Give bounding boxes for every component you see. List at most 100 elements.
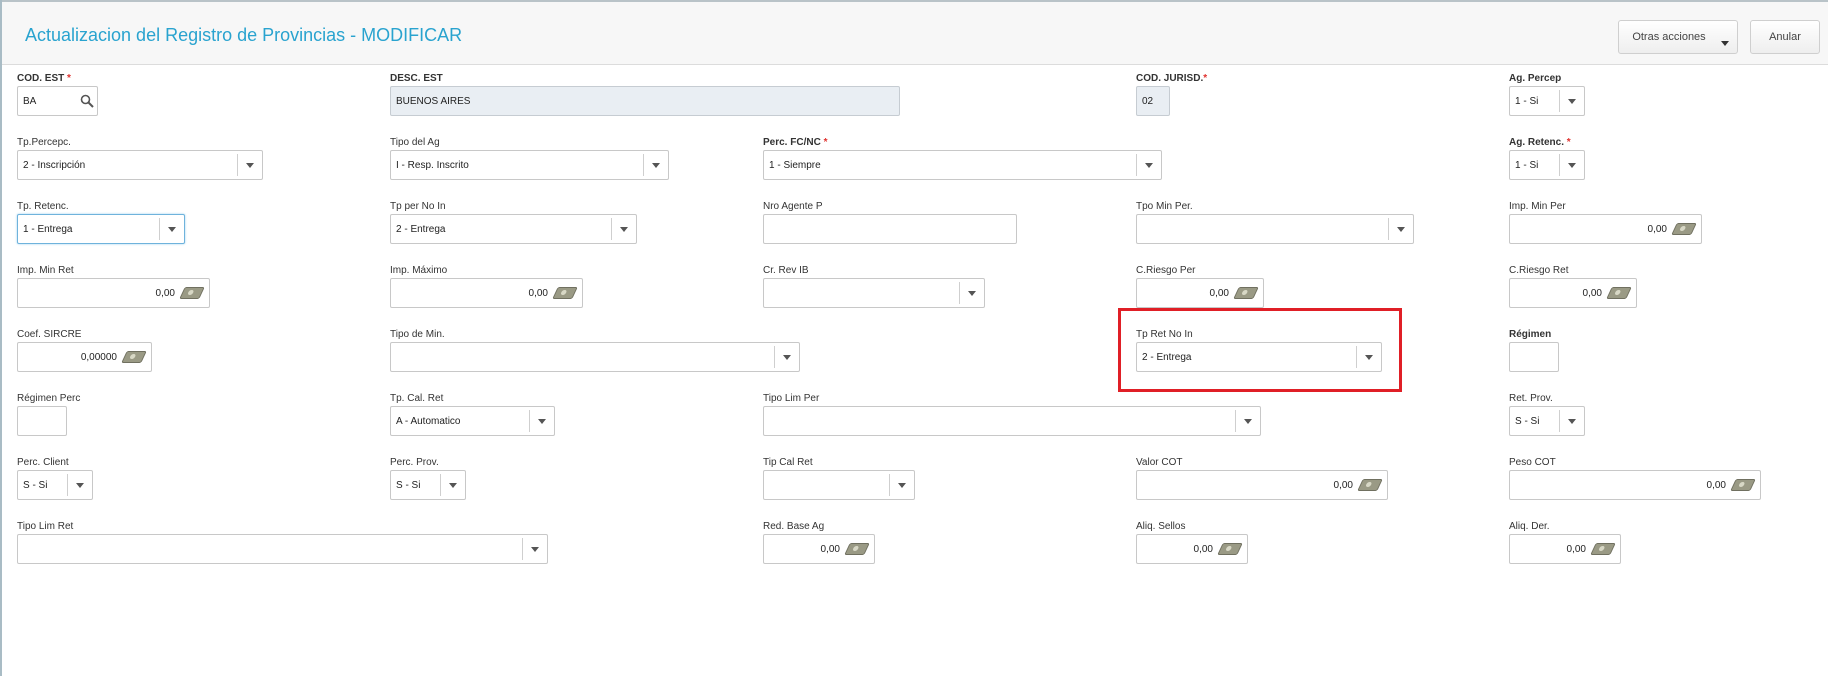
ag-retenc-label: Ag. Retenc. *: [1509, 137, 1571, 149]
money-icon[interactable]: [179, 287, 205, 299]
required-marker: *: [1566, 137, 1571, 148]
tipo-de-min-select[interactable]: [390, 342, 800, 372]
perc-client-select[interactable]: S - Si: [17, 470, 93, 500]
tp-cal-ret-select[interactable]: A - Automatico: [390, 406, 555, 436]
chevron-down-icon[interactable]: [1559, 90, 1584, 112]
tipo-del-ag-label: Tipo del Ag: [390, 137, 440, 148]
c-riesgo-ret-label: C.Riesgo Ret: [1509, 265, 1569, 276]
imp-min-per-input[interactable]: 0,00: [1509, 214, 1702, 244]
ret-prov-select[interactable]: S - Si: [1509, 406, 1585, 436]
chevron-down-icon[interactable]: [611, 218, 636, 240]
perc-client-value: S - Si: [23, 480, 48, 491]
tpo-min-per-label: Tpo Min Per.: [1136, 201, 1193, 212]
money-icon[interactable]: [1357, 479, 1383, 491]
aliq-sellos-value: 0,00: [1193, 544, 1213, 555]
anular-button[interactable]: Anular: [1750, 20, 1820, 54]
money-icon[interactable]: [1730, 479, 1756, 491]
imp-maximo-input[interactable]: 0,00: [390, 278, 583, 308]
tp-percepc-label: Tp.Percepc.: [17, 137, 71, 148]
chevron-down-icon[interactable]: [774, 346, 799, 368]
chevron-down-icon[interactable]: [959, 282, 984, 304]
cr-rev-ib-select[interactable]: [763, 278, 985, 308]
tip-cal-ret-select[interactable]: [763, 470, 915, 500]
imp-min-per-label: Imp. Min Per: [1509, 201, 1566, 212]
c-riesgo-per-input[interactable]: 0,00: [1136, 278, 1264, 308]
tp-cal-ret-label: Tp. Cal. Ret: [390, 393, 444, 404]
imp-min-per-value: 0,00: [1647, 224, 1667, 235]
imp-maximo-value: 0,00: [528, 288, 548, 299]
tp-percepc-value: 2 - Inscripción: [23, 160, 86, 171]
peso-cot-input[interactable]: 0,00: [1509, 470, 1761, 500]
imp-min-ret-value: 0,00: [155, 288, 175, 299]
nro-agente-p-input[interactable]: [763, 214, 1017, 244]
coef-sircre-input[interactable]: 0,00000: [17, 342, 152, 372]
chevron-down-icon[interactable]: [1235, 410, 1260, 432]
aliq-der-input[interactable]: 0,00: [1509, 534, 1621, 564]
cod-jurisd-field: 02: [1136, 86, 1170, 116]
red-base-ag-value: 0,00: [820, 544, 840, 555]
page-header: Actualizacion del Registro de Provincias…: [2, 2, 1828, 65]
tp-percepc-select[interactable]: 2 - Inscripción: [17, 150, 263, 180]
money-icon[interactable]: [1233, 287, 1259, 299]
tp-retenc-label: Tp. Retenc.: [17, 201, 69, 212]
money-icon[interactable]: [1606, 287, 1632, 299]
tp-per-no-in-label: Tp per No In: [390, 201, 446, 212]
aliq-der-label: Aliq. Der.: [1509, 521, 1550, 532]
perc-fc-nc-label-text: Perc. FC/NC: [763, 137, 821, 148]
ag-percep-select[interactable]: 1 - Si: [1509, 86, 1585, 116]
chevron-down-icon[interactable]: [67, 474, 92, 496]
ag-retenc-select[interactable]: 1 - Si: [1509, 150, 1585, 180]
valor-cot-label: Valor COT: [1136, 457, 1183, 468]
chevron-down-icon[interactable]: [1388, 218, 1413, 240]
imp-min-ret-input[interactable]: 0,00: [17, 278, 210, 308]
chevron-down-icon[interactable]: [889, 474, 914, 496]
page-title: Actualizacion del Registro de Provincias…: [25, 25, 463, 45]
tipo-del-ag-select[interactable]: I - Resp. Inscrito: [390, 150, 669, 180]
money-icon[interactable]: [1590, 543, 1616, 555]
imp-maximo-label: Imp. Máximo: [390, 265, 448, 276]
chevron-down-icon[interactable]: [440, 474, 465, 496]
tpo-min-per-select[interactable]: [1136, 214, 1414, 244]
otras-acciones-button[interactable]: Otras acciones: [1618, 20, 1738, 54]
chevron-down-icon[interactable]: [1559, 410, 1584, 432]
tp-retenc-value: 1 - Entrega: [23, 224, 73, 235]
red-base-ag-label: Red. Base Ag: [763, 521, 825, 532]
chevron-down-icon[interactable]: [643, 154, 668, 176]
tipo-lim-ret-label: Tipo Lim Ret: [17, 521, 74, 532]
chevron-down-icon[interactable]: [159, 218, 184, 240]
money-icon[interactable]: [121, 351, 147, 363]
aliq-sellos-input[interactable]: 0,00: [1136, 534, 1248, 564]
desc-est-value: BUENOS AIRES: [396, 96, 471, 107]
search-icon[interactable]: [80, 94, 94, 108]
c-riesgo-ret-input[interactable]: 0,00: [1509, 278, 1637, 308]
red-base-ag-input[interactable]: 0,00: [763, 534, 875, 564]
money-icon[interactable]: [1217, 543, 1243, 555]
cod-jurisd-label-text: COD. JURISD.: [1136, 73, 1204, 84]
regimen-input[interactable]: [1509, 342, 1559, 372]
chevron-down-icon[interactable]: [522, 538, 547, 560]
regimen-label: Régimen: [1509, 329, 1552, 340]
chevron-down-icon[interactable]: [1559, 154, 1584, 176]
chevron-down-icon[interactable]: [1136, 154, 1161, 176]
ag-percep-label: Ag. Percep: [1509, 73, 1562, 84]
chevron-down-icon[interactable]: [529, 410, 554, 432]
required-marker: *: [823, 137, 828, 148]
perc-prov-select[interactable]: S - Si: [390, 470, 466, 500]
chevron-down-icon[interactable]: [237, 154, 262, 176]
money-icon[interactable]: [844, 543, 870, 555]
cod-est-field[interactable]: BA: [17, 86, 98, 116]
cod-est-label: COD. EST *: [17, 73, 71, 85]
tp-per-no-in-select[interactable]: 2 - Entrega: [390, 214, 637, 244]
money-icon[interactable]: [552, 287, 578, 299]
coef-sircre-value: 0,00000: [80, 352, 117, 363]
valor-cot-input[interactable]: 0,00: [1136, 470, 1388, 500]
highlight-box: [1118, 308, 1402, 392]
regimen-perc-input[interactable]: [17, 406, 67, 436]
aliq-sellos-label: Aliq. Sellos: [1136, 521, 1186, 532]
perc-fc-nc-select[interactable]: 1 - Siempre: [763, 150, 1162, 180]
tipo-lim-per-select[interactable]: [763, 406, 1261, 436]
tp-retenc-select[interactable]: 1 - Entrega: [17, 214, 185, 244]
cod-jurisd-label: COD. JURISD.*: [1136, 73, 1207, 85]
tipo-lim-ret-select[interactable]: [17, 534, 548, 564]
money-icon[interactable]: [1671, 223, 1697, 235]
